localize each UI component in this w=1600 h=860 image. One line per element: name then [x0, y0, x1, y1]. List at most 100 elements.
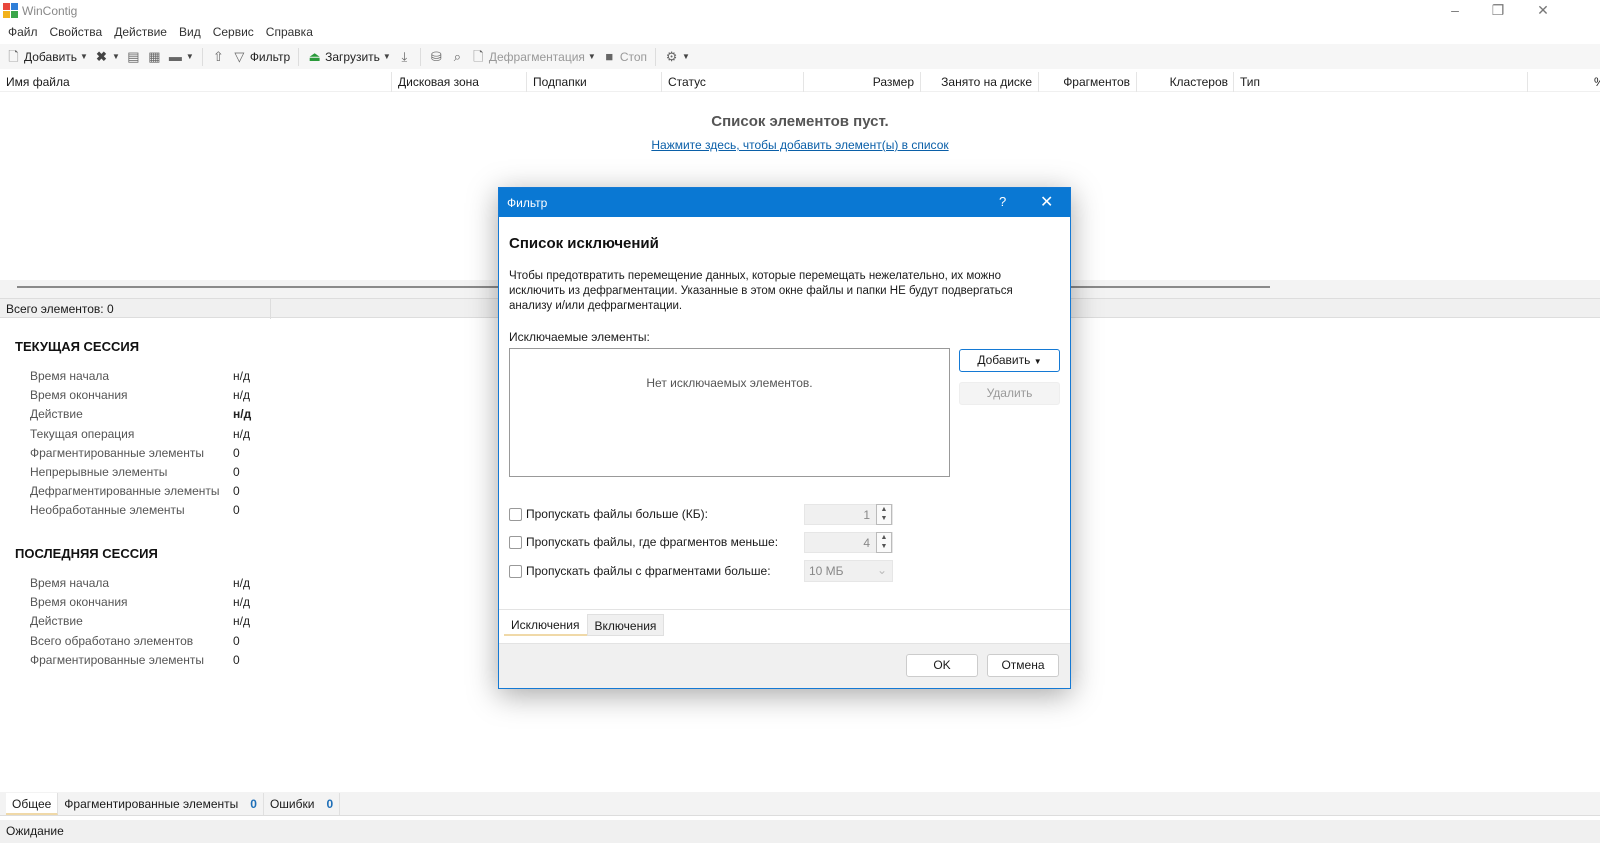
- tab-fragmented[interactable]: Фрагментированные элементы 0: [58, 793, 264, 815]
- filter-button[interactable]: ▽ Фильтр: [232, 49, 290, 64]
- add-label: Добавить: [24, 49, 78, 64]
- defrag-button[interactable]: 🗋 Дефрагментация ▼: [471, 49, 596, 64]
- skip-fewer-fragments-option[interactable]: Пропускать файлы, где фрагментов меньше:: [509, 535, 778, 549]
- column-disk-used[interactable]: Занято на диске: [941, 75, 1032, 93]
- row-value: н/д: [233, 388, 250, 403]
- dialog-description: Чтобы предотвратить перемещение данных, …: [509, 270, 1013, 312]
- grid-icon[interactable]: ▦: [147, 49, 162, 64]
- stop-button[interactable]: ■ Стоп: [602, 49, 647, 64]
- row-value: 0: [233, 503, 240, 518]
- row-value: н/д: [233, 614, 250, 629]
- row-label: Дефрагментированные элементы: [30, 484, 220, 499]
- tab-errors[interactable]: Ошибки 0: [264, 793, 341, 815]
- filter-icon: ▽: [234, 49, 245, 64]
- ok-button[interactable]: OK: [906, 654, 978, 677]
- checkbox[interactable]: [509, 507, 522, 521]
- dialog-title-bar[interactable]: Фильтр ? ✕: [499, 188, 1070, 217]
- skip-fragment-size-option[interactable]: Пропускать файлы с фрагментами больше:: [509, 564, 771, 578]
- spin-arrows-icon[interactable]: ▲ ▼: [876, 532, 892, 553]
- save-icon[interactable]: ⤓: [397, 49, 412, 64]
- toolbar: 🗋 Добавить ▼ ✖ ▼ ▤ ▦ ▬ ▼ ⇧ ▽ Фильтр ⏏ Загрузит…: [0, 44, 1600, 69]
- row-value: 0: [233, 465, 240, 479]
- excluded-list[interactable]: Нет исключаемых элементов.: [509, 348, 950, 477]
- search-icon[interactable]: ⌕: [450, 49, 465, 64]
- minimize-button[interactable]: –: [1445, 2, 1465, 18]
- row-value: н/д: [233, 407, 252, 422]
- column-divider[interactable]: [661, 72, 662, 92]
- size-limit-stepper[interactable]: 1 ▲ ▼: [804, 504, 893, 525]
- tab-general[interactable]: Общее: [6, 793, 59, 815]
- spin-arrows-icon[interactable]: ▲ ▼: [876, 504, 892, 525]
- remove-exclusion-button[interactable]: Удалить: [959, 382, 1060, 405]
- stepper-value: 4: [863, 536, 870, 550]
- title-bar: WinContig – ❐ ✕: [0, 0, 1600, 22]
- help-button[interactable]: ?: [999, 194, 1006, 209]
- column-divider[interactable]: [526, 72, 527, 92]
- chevron-down-icon: ▼: [111, 52, 120, 61]
- row-value: н/д: [233, 576, 250, 590]
- session-row: Время начала н/д: [30, 576, 250, 595]
- column-fragments[interactable]: Фрагментов: [1063, 75, 1130, 93]
- analyze-icon[interactable]: ⛁: [429, 49, 444, 64]
- toolbar-separator: [655, 47, 657, 66]
- gear-icon: ⚙: [665, 49, 678, 64]
- column-percent[interactable]: %: [1594, 75, 1600, 93]
- load-button[interactable]: ⏏ Загрузить ▼: [307, 49, 390, 64]
- row-value: 0: [233, 484, 240, 499]
- restore-button[interactable]: ❐: [1488, 2, 1508, 19]
- column-subfolders[interactable]: Подпапки: [533, 75, 587, 93]
- status-bar: Ожидание: [0, 820, 1600, 843]
- column-divider[interactable]: [803, 72, 804, 92]
- row-label: Время окончания: [30, 595, 128, 610]
- session-row: Время окончания н/д: [30, 595, 250, 614]
- column-size[interactable]: Размер: [873, 75, 914, 93]
- menu-help[interactable]: Справка: [264, 23, 319, 43]
- excluded-label: Исключаемые элементы:: [509, 330, 650, 344]
- defrag-icon: 🗋: [473, 49, 484, 64]
- tab-label: Фрагментированные элементы: [64, 797, 239, 811]
- column-divider[interactable]: [391, 72, 392, 92]
- fragment-size-select[interactable]: 10 МБ ⌄: [804, 560, 893, 582]
- properties-icon[interactable]: ▤: [126, 49, 141, 64]
- menu-properties[interactable]: Свойства: [48, 23, 109, 43]
- menu-bar: Файл Свойства Действие Вид Сервис Справк…: [0, 23, 323, 43]
- tab-exclusions[interactable]: Исключения: [504, 614, 587, 636]
- session-row: Фрагментированные элементы 0: [30, 446, 240, 465]
- column-divider[interactable]: [920, 72, 921, 92]
- add-exclusion-button[interactable]: Добавить ▼: [959, 349, 1060, 372]
- stop-icon: ■: [605, 49, 614, 64]
- close-button[interactable]: ✕: [1533, 2, 1553, 19]
- remove-button[interactable]: ✖ ▼: [94, 49, 120, 64]
- column-divider[interactable]: [1527, 72, 1528, 92]
- menu-action[interactable]: Действие: [112, 23, 173, 43]
- add-button[interactable]: 🗋 Добавить ▼: [6, 49, 88, 64]
- fragment-count-stepper[interactable]: 4 ▲ ▼: [804, 532, 893, 553]
- column-divider[interactable]: [1038, 72, 1039, 92]
- column-clusters[interactable]: Кластеров: [1170, 75, 1228, 93]
- move-up-icon[interactable]: ⇧: [211, 49, 226, 64]
- drive-button[interactable]: ▬ ▼: [168, 49, 194, 64]
- add-items-link[interactable]: Нажмите здесь, чтобы добавить элемент(ы)…: [0, 138, 1600, 152]
- tab-inclusions[interactable]: Включения: [586, 614, 665, 636]
- settings-button[interactable]: ⚙ ▼: [664, 49, 690, 64]
- column-filename[interactable]: Имя файла: [6, 75, 70, 93]
- checkbox[interactable]: [509, 564, 522, 578]
- session-row: Дефрагментированные элементы 0: [30, 484, 240, 503]
- menu-file[interactable]: Файл: [6, 23, 44, 43]
- column-status[interactable]: Статус: [668, 75, 706, 93]
- delete-icon: ✖: [96, 49, 107, 64]
- defrag-label: Дефрагментация: [488, 49, 585, 64]
- checkbox[interactable]: [509, 535, 522, 549]
- skip-larger-option[interactable]: Пропускать файлы больше (КБ):: [509, 507, 708, 521]
- column-divider[interactable]: [1233, 72, 1234, 92]
- menu-service[interactable]: Сервис: [211, 23, 260, 43]
- session-row: Время окончания н/д: [30, 388, 250, 407]
- column-type[interactable]: Тип: [1240, 75, 1260, 93]
- row-value: н/д: [233, 369, 250, 383]
- cancel-button[interactable]: Отмена: [987, 654, 1059, 677]
- column-divider[interactable]: [1136, 72, 1137, 92]
- dialog-close-button[interactable]: ✕: [1040, 192, 1053, 212]
- column-disk-zone[interactable]: Дисковая зона: [398, 75, 479, 93]
- menu-view[interactable]: Вид: [177, 23, 207, 43]
- session-row: Действие н/д: [30, 614, 250, 633]
